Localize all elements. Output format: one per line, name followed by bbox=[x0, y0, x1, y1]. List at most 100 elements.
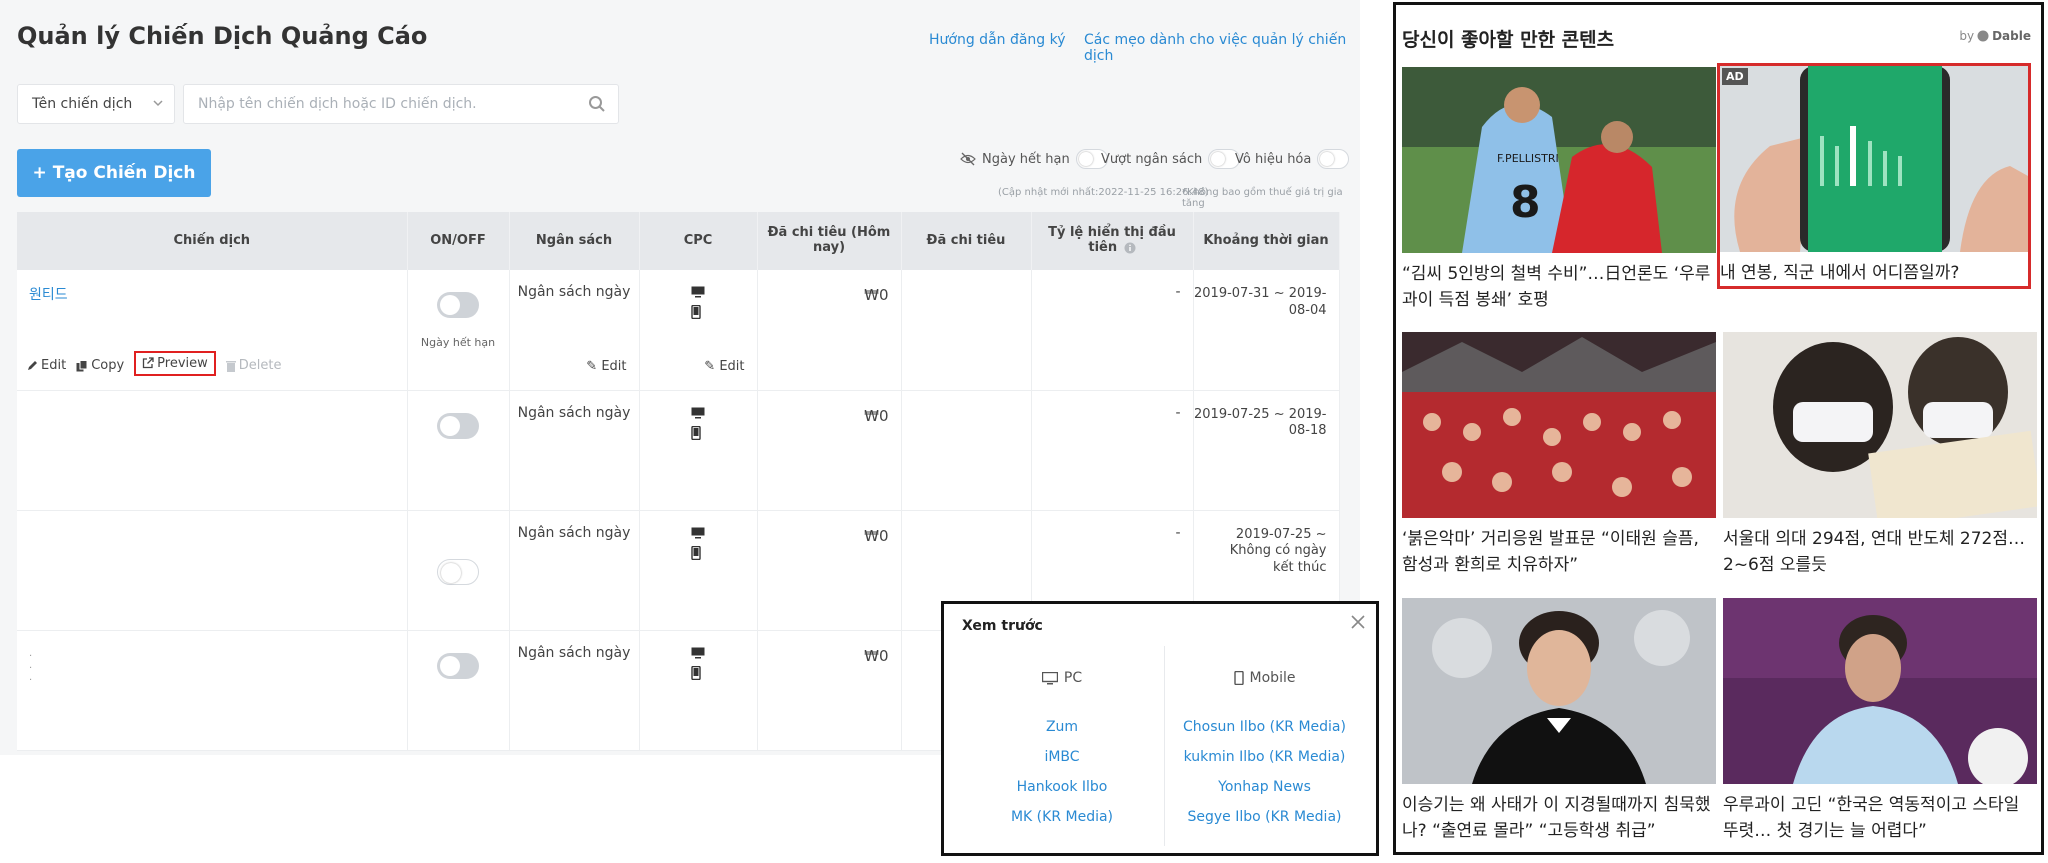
media-link-pc[interactable]: Zum bbox=[962, 712, 1162, 742]
pc-media-column: PC Zum iMBC Hankook Ilbo MK (KR Media) bbox=[962, 646, 1162, 832]
content-card[interactable]: F.PELLISTRI 8 “김씨 5인방의 철벽 수비”…日언론도 ‘우루과이… bbox=[1402, 67, 1716, 314]
desktop-icon bbox=[691, 647, 705, 658]
media-link-mobile[interactable]: kukmin Ilbo (KR Media) bbox=[1165, 742, 1364, 772]
col-header[interactable]: Tỷ lệ hiển thị đầu tiên bbox=[1031, 212, 1194, 270]
delete-action[interactable]: Delete bbox=[225, 356, 282, 376]
ad-badge: AD bbox=[1722, 68, 1748, 85]
card-caption[interactable]: 이승기는 왜 사태가 이 지경될때까지 침묵했나? “출연료 몰라” “고등학생… bbox=[1402, 792, 1716, 845]
desktop-icon bbox=[691, 286, 705, 298]
create-campaign-button[interactable]: + Tạo Chiến Dịch bbox=[17, 149, 211, 197]
over-budget-filter[interactable]: Vượt ngân sách bbox=[1101, 149, 1241, 169]
search-field[interactable] bbox=[183, 84, 619, 124]
mobile-icon bbox=[691, 665, 701, 680]
device-icons bbox=[691, 527, 705, 567]
media-link-mobile[interactable]: Chosun Ilbo (KR Media) bbox=[1165, 712, 1364, 742]
col-header[interactable]: Ngân sách bbox=[509, 212, 640, 270]
col-header[interactable]: Khoảng thời gian bbox=[1193, 212, 1340, 270]
phone-salary-photo: AD bbox=[1720, 66, 2028, 252]
budget-type: Ngân sách ngày bbox=[517, 284, 631, 300]
disabled-filter[interactable]: Vô hiệu hóa bbox=[1235, 149, 1350, 169]
col-header[interactable]: Đã chi tiêu bbox=[901, 212, 1032, 270]
copy-action[interactable]: Copy bbox=[76, 356, 124, 376]
dable-logo-icon bbox=[1977, 30, 1989, 42]
filter-select[interactable]: Tên chiến dịch bbox=[17, 84, 175, 124]
info-icon[interactable] bbox=[1124, 242, 1136, 254]
ad-card[interactable]: AD 내 연봉, 직군 내에서 어디쯤일까? bbox=[1717, 63, 2031, 290]
col-header[interactable]: ON/OFF bbox=[407, 212, 510, 270]
preview-action[interactable]: Preview bbox=[134, 350, 216, 376]
campaign-period: 2019-07-25 ~ Không có ngày kết thúc bbox=[1229, 526, 1327, 576]
widget-title: 당신이 좋아할 만한 콘텐츠 bbox=[1402, 29, 1615, 51]
student-photo bbox=[1723, 332, 2037, 518]
crowd-photo bbox=[1402, 332, 1716, 518]
first-impression-rate: - bbox=[1175, 404, 1181, 421]
expired-filter[interactable]: Ngày hết hạn bbox=[960, 149, 1108, 169]
device-icons bbox=[691, 407, 705, 447]
on-off-switch[interactable] bbox=[437, 412, 479, 439]
media-link-mobile[interactable]: Yonhap News bbox=[1165, 772, 1364, 802]
card-caption[interactable]: 서울대 의대 294점, 연대 반도체 272점… 2~6점 오를듯 bbox=[1723, 526, 2037, 579]
cpc-edit-link[interactable]: ✎ Edit bbox=[704, 359, 744, 374]
content-card[interactable]: ‘붉은악마’ 거리응원 발표문 “이태원 슬픔, 함성과 환희로 치유하자” bbox=[1402, 332, 1716, 579]
media-link-mobile[interactable]: Segye Ilbo (KR Media) bbox=[1165, 802, 1364, 832]
device-icons bbox=[691, 286, 705, 326]
mobile-header: Mobile bbox=[1165, 670, 1364, 686]
on-off-switch[interactable] bbox=[437, 652, 479, 679]
content-card[interactable]: 우루과이 고딘 “한국은 역동적이고 스타일 뚜렷… 첫 경기는 늘 어렵다” bbox=[1723, 598, 2037, 845]
media-link-pc[interactable]: Hankook Ilbo bbox=[962, 772, 1162, 802]
search-input[interactable] bbox=[184, 85, 564, 123]
card-caption[interactable]: “김씨 5인방의 철벽 수비”…日언론도 ‘우루과이 득점 봉쇄’ 호평 bbox=[1402, 261, 1716, 314]
table-row: 원티드 Edit Copy Preview Delete Ngày hết hạ… bbox=[17, 270, 1340, 391]
table-header-row: Chiến dịch ON/OFF Ngân sách CPC Đã chi t… bbox=[17, 212, 1340, 270]
card-caption[interactable]: 우루과이 고딘 “한국은 역동적이고 스타일 뚜렷… 첫 경기는 늘 어렵다” bbox=[1723, 792, 2037, 845]
status-label: Ngày hết hạn bbox=[420, 336, 496, 349]
mobile-icon bbox=[691, 425, 701, 440]
close-icon[interactable] bbox=[1350, 614, 1366, 630]
campaign-name-link[interactable]: 원티드 bbox=[29, 284, 407, 304]
on-off-switch[interactable] bbox=[437, 558, 479, 585]
row-actions: Edit Copy Preview Delete bbox=[27, 350, 282, 376]
campaign-period: 2019-07-25 ~ 2019-08-18 bbox=[1194, 406, 1327, 439]
soccer-photo: F.PELLISTRI 8 bbox=[1402, 67, 1716, 253]
filter-select-value: Tên chiến dịch bbox=[32, 96, 133, 112]
update-note: (Cập nhật mới nhất:2022-11-25 16:26:48) bbox=[998, 187, 1209, 198]
media-link-pc[interactable]: iMBC bbox=[962, 742, 1162, 772]
table-row: Ngân sách ngày ₩0 - 2019-07-25 ~ 2019-08… bbox=[17, 390, 1340, 511]
content-card[interactable]: 서울대 의대 294점, 연대 반도체 272점… 2~6점 오를듯 bbox=[1723, 332, 2037, 579]
content-card[interactable]: 이승기는 왜 사태가 이 지경될때까지 침묵했나? “출연료 몰라” “고등학생… bbox=[1402, 598, 1716, 845]
on-off-switch[interactable] bbox=[437, 292, 479, 318]
search-icon[interactable] bbox=[588, 95, 606, 113]
edit-action[interactable]: Edit bbox=[27, 356, 66, 376]
guide-link[interactable]: Hướng dẫn đăng ký bbox=[929, 32, 1066, 48]
media-link-pc[interactable]: MK (KR Media) bbox=[962, 802, 1162, 832]
col-header[interactable]: CPC bbox=[639, 212, 758, 270]
device-icons bbox=[691, 647, 705, 687]
budget-type: Ngân sách ngày bbox=[517, 524, 631, 541]
disabled-switch[interactable] bbox=[1317, 149, 1350, 169]
dable-brand: Dable bbox=[1992, 29, 2031, 43]
chevron-down-icon bbox=[153, 100, 163, 107]
preview-popup: Xem trước PC Zum iMBC Hankook Ilbo MK (K… bbox=[941, 601, 1379, 856]
card-caption[interactable]: ‘붉은악마’ 거리응원 발표문 “이태원 슬픔, 함성과 환희로 치유하자” bbox=[1402, 526, 1716, 579]
dable-credit[interactable]: by Dable bbox=[1959, 29, 2031, 43]
over-budget-filter-label: Vượt ngân sách bbox=[1101, 151, 1203, 167]
expired-filter-label: Ngày hết hạn bbox=[982, 151, 1070, 167]
tips-link[interactable]: Các mẹo dành cho việc quản lý chiến dịch bbox=[1084, 32, 1360, 64]
recommendation-widget: 당신이 좋아할 만한 콘텐츠 by Dable F.PELLISTRI 8 “김… bbox=[1393, 2, 2044, 855]
trash-icon bbox=[225, 360, 236, 372]
col-header[interactable]: Đã chi tiêu (Hôm nay) bbox=[757, 212, 902, 270]
mobile-icon bbox=[1233, 671, 1244, 685]
campaign-period: 2019-07-31 ~ 2019-08-04 bbox=[1194, 286, 1327, 318]
card-caption[interactable]: 내 연봉, 직군 내에서 어디쯤일까? bbox=[1720, 260, 2028, 286]
spent-today: ₩0 bbox=[864, 646, 889, 665]
spent-today: ₩0 bbox=[864, 406, 889, 425]
budget-type: Ngân sách ngày bbox=[517, 404, 631, 421]
col-header[interactable]: Chiến dịch bbox=[17, 212, 408, 270]
by-label: by bbox=[1959, 29, 1975, 43]
budget-edit-link[interactable]: ✎ Edit bbox=[586, 359, 626, 374]
budget-edit-label: Edit bbox=[601, 358, 627, 374]
copy-icon bbox=[76, 359, 88, 371]
vat-note: *Không bao gồm thuế giá trị gia tăng bbox=[1182, 187, 1343, 209]
preview-action-label: Preview bbox=[157, 355, 208, 371]
disabled-filter-label: Vô hiệu hóa bbox=[1235, 151, 1312, 167]
